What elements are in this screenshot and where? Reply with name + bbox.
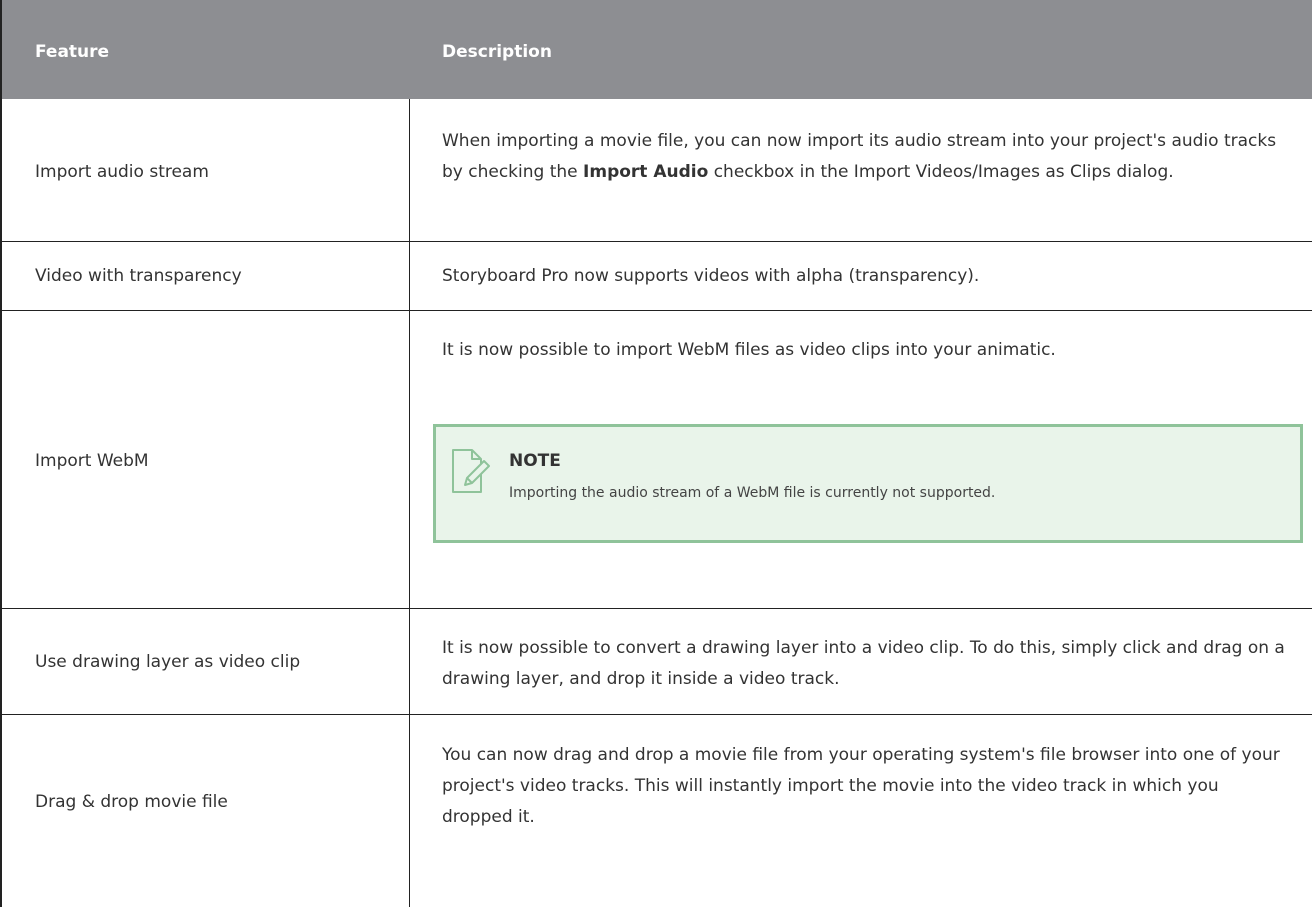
description-cell: Storyboard Pro now supports videos with … [442,266,980,286]
column-divider [409,609,410,714]
feature-table: Feature Description Import audio stream … [0,0,1312,907]
feature-cell: Import audio stream [35,162,209,182]
feature-cell: Use drawing layer as video clip [35,652,301,672]
description-text: checkbox in the Import Videos/Images as … [708,162,1174,182]
description-cell: It is now possible to import WebM files … [442,340,1056,360]
feature-cell: Drag & drop movie file [35,792,228,812]
table-row-video-with-transparency: Video with transparency Storyboard Pro n… [2,242,1312,311]
table-row-use-drawing-layer: Use drawing layer as video clip It is no… [2,609,1312,715]
note-text: Importing the audio stream of a WebM fil… [509,485,996,501]
description-cell: It is now possible to convert a drawing … [442,638,1285,689]
feature-cell: Video with transparency [35,266,242,286]
column-divider [409,715,410,907]
column-divider [409,311,410,608]
column-divider [409,242,410,310]
description-cell: When importing a movie file, you can now… [442,126,1292,188]
table-row-import-webm: Import WebM It is now possible to import… [2,311,1312,609]
note-edit-icon [452,449,490,493]
header-feature: Feature [35,42,110,62]
feature-cell: Import WebM [35,451,149,471]
table-row-import-audio-stream: Import audio stream When importing a mov… [2,99,1312,242]
import-audio-label: Import Audio [583,162,709,182]
note-title: NOTE [509,451,561,471]
header-description: Description [442,42,552,62]
table-row-drag-drop-movie: Drag & drop movie file You can now drag … [2,715,1312,907]
description-cell: You can now drag and drop a movie file f… [442,745,1280,827]
note-box: NOTE Importing the audio stream of a Web… [433,424,1303,543]
table-header: Feature Description [2,0,1312,99]
column-divider [409,99,410,241]
